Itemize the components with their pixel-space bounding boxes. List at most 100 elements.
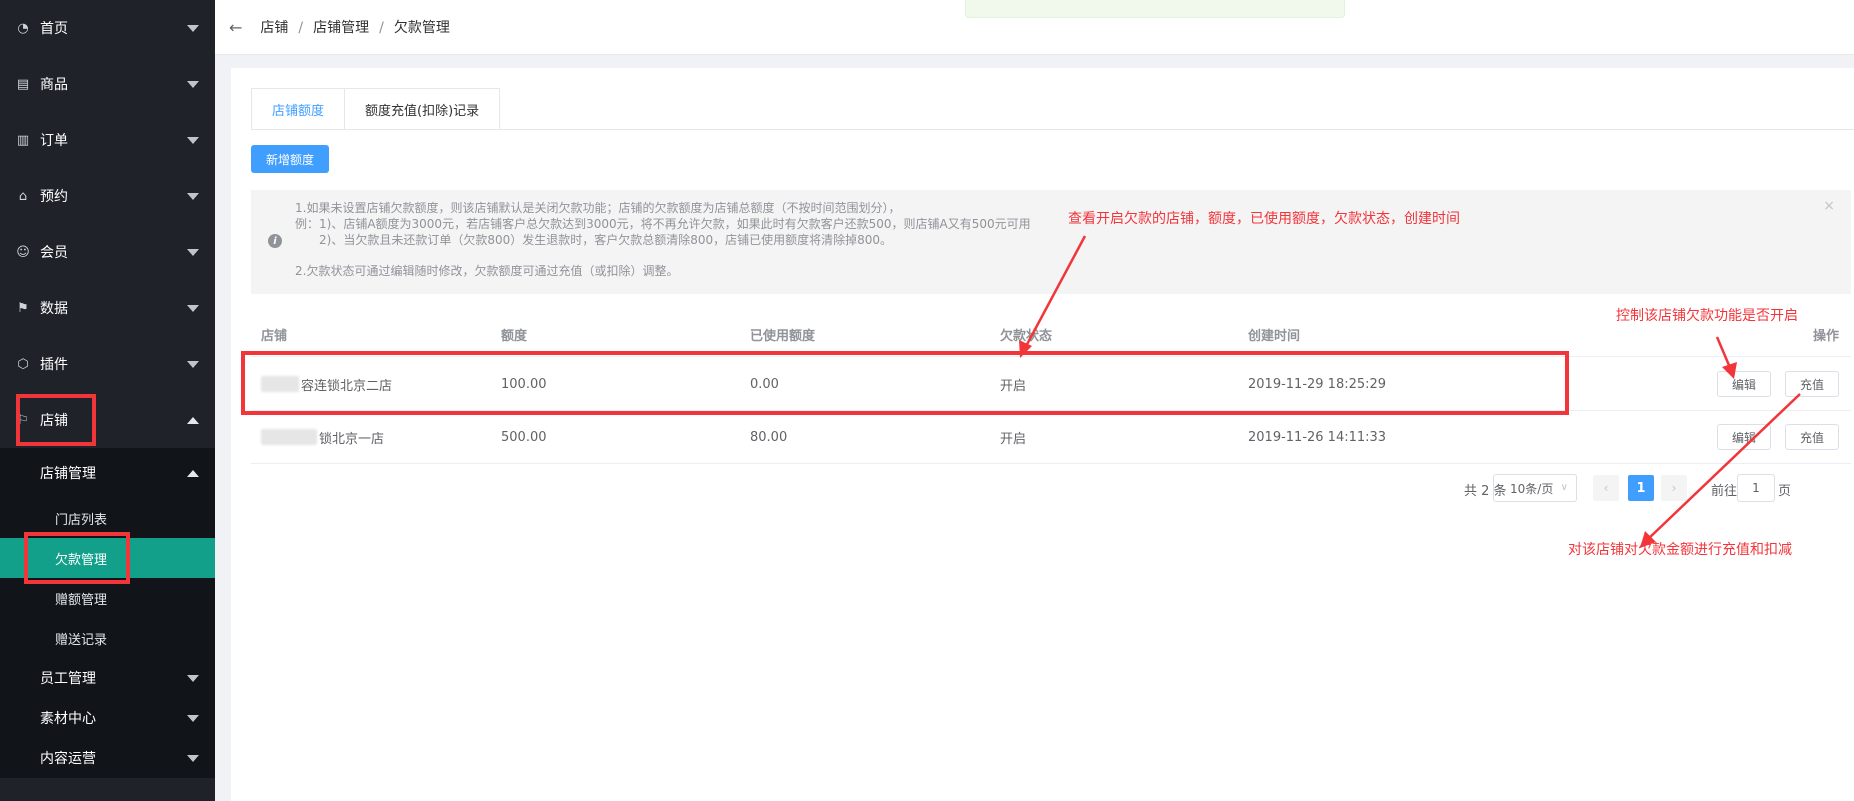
notice-line: 2.欠款状态可通过编辑随时修改，欠款额度可通过充值（或扣除）调整。 xyxy=(295,264,679,278)
breadcrumb-item[interactable]: 店铺管理 xyxy=(313,20,369,36)
breadcrumb: 店铺 / 店铺管理 / 欠款管理 xyxy=(260,17,449,37)
submenu-item-gift-records[interactable]: 赠送记录 xyxy=(0,618,215,658)
tab-divider xyxy=(251,129,1854,130)
highlight-box-store xyxy=(16,394,96,446)
breadcrumb-separator: / xyxy=(298,20,304,36)
notice-line: 2)、当欠款且未还款订单（欠款800）发生退款时，客户欠款总额清除800，店铺已… xyxy=(319,233,893,247)
column-header: 操作 xyxy=(1812,329,1839,344)
caret-down-icon xyxy=(187,137,199,144)
sidebar-item-home[interactable]: ◔ 首页 xyxy=(0,0,215,56)
column-header: 创建时间 xyxy=(1248,329,1301,344)
caret-down-icon xyxy=(187,25,199,32)
sidebar-item-booking[interactable]: ⌂ 预约 xyxy=(0,168,215,224)
flag-icon: ⚑ xyxy=(17,300,29,316)
page-size-value: 10条/页 xyxy=(1510,481,1554,496)
recharge-button[interactable]: 充值 xyxy=(1784,424,1839,450)
page-word: 页 xyxy=(1778,484,1792,499)
submenu-material-center[interactable]: 素材中心 xyxy=(0,698,215,738)
actions-cell: 编辑 充值 xyxy=(1703,411,1839,463)
caret-down-icon xyxy=(187,305,199,312)
sidebar-item-members[interactable]: ☺ 会员 xyxy=(0,224,215,280)
page-number-current[interactable]: 1 xyxy=(1628,475,1654,501)
sidebar-item-data[interactable]: ⚑ 数据 xyxy=(0,280,215,336)
plugin-icon: ⬡ xyxy=(17,356,29,372)
caret-up-icon xyxy=(187,470,199,477)
sidebar-item-label: 订单 xyxy=(40,133,68,149)
tab-recharge-records[interactable]: 额度充值(扣除)记录 xyxy=(345,88,501,130)
header-bar: ← 店铺 / 店铺管理 / 欠款管理 xyxy=(215,0,1854,55)
chevron-down-icon: ∨ xyxy=(1560,482,1568,493)
notice-line: 例：1)、店铺A额度为3000元，若店铺客户总欠款达到3000元，将不再允许欠款… xyxy=(295,217,1031,231)
breadcrumb-item[interactable]: 店铺 xyxy=(260,20,288,36)
caret-down-icon xyxy=(187,361,199,368)
quota-cell: 500.00 xyxy=(501,429,547,445)
app-root: ◔ 首页 ▤ 商品 ▥ 订单 ⌂ 预约 ☺ 会员 ⚑ 数据 ⬡ 插件 ⚐ 店铺 … xyxy=(0,0,1854,801)
sidebar-item-goods[interactable]: ▤ 商品 xyxy=(0,56,215,112)
submenu-label: 内容运营 xyxy=(40,751,96,767)
annotation-recharge: 对该店铺对欠款金额进行充值和扣减 xyxy=(1568,542,1792,558)
annotation-view: 查看开启欠款的店铺，额度，已使用额度，欠款状态，创建时间 xyxy=(1068,211,1460,227)
dashboard-icon: ◔ xyxy=(17,20,29,36)
close-icon[interactable]: × xyxy=(1823,198,1835,214)
submenu-label: 店铺管理 xyxy=(40,466,96,482)
submenu-content-ops[interactable]: 内容运营 xyxy=(0,738,215,778)
column-header: 欠款状态 xyxy=(1000,329,1053,344)
back-arrow-icon[interactable]: ← xyxy=(229,18,242,37)
sidebar-item-label: 插件 xyxy=(40,357,68,373)
status-cell: 开启 xyxy=(1000,431,1027,447)
store-name-cell: 锁北京一店 xyxy=(261,411,384,463)
sidebar-item-plugins[interactable]: ⬡ 插件 xyxy=(0,336,215,392)
member-icon: ☺ xyxy=(16,244,30,260)
add-quota-button[interactable]: 新增额度 xyxy=(251,145,330,173)
tabs: 店铺额度 额度充值(扣除)记录 xyxy=(251,88,501,130)
page-size-select[interactable]: 10条/页 ∨ xyxy=(1493,474,1577,502)
highlight-box-row xyxy=(241,351,1569,415)
sidebar-item-orders[interactable]: ▥ 订单 xyxy=(0,112,215,168)
column-header: 额度 xyxy=(501,329,528,344)
main-card: 店铺额度 额度充值(扣除)记录 新增额度 i 1.如果未设置店铺欠款额度，则该店… xyxy=(231,68,1854,801)
prev-page-button[interactable]: ‹ xyxy=(1593,475,1619,501)
submenu-label: 员工管理 xyxy=(40,671,96,687)
caret-down-icon xyxy=(187,675,199,682)
recharge-button[interactable]: 充值 xyxy=(1784,371,1839,397)
caret-down-icon xyxy=(187,249,199,256)
tab-store-quota[interactable]: 店铺额度 xyxy=(251,88,346,130)
table-row: 锁北京一店 500.00 80.00 开启 2019-11-26 14:11:3… xyxy=(251,411,1851,464)
highlight-box-debt xyxy=(24,532,130,584)
created-time-cell: 2019-11-26 14:11:33 xyxy=(1248,429,1387,445)
notice-line: 1.如果未设置店铺欠款额度，则该店铺默认是关闭欠款功能；店铺的欠款额度为店铺总额… xyxy=(295,201,901,215)
success-toast xyxy=(965,0,1345,18)
order-icon: ▥ xyxy=(16,132,30,148)
submenu-staff-management[interactable]: 员工管理 xyxy=(0,658,215,698)
sidebar-item-label: 预约 xyxy=(40,189,68,205)
edit-button[interactable]: 编辑 xyxy=(1716,371,1771,397)
pagination: 共 2 条 10条/页 ∨ ‹ 1 › 前往 1 页 xyxy=(231,474,1854,504)
caret-down-icon xyxy=(187,715,199,722)
next-page-button[interactable]: › xyxy=(1661,475,1687,501)
sidebar-item-label: 首页 xyxy=(40,21,68,37)
breadcrumb-separator: / xyxy=(379,20,384,36)
sidebar-item-label: 商品 xyxy=(40,77,68,93)
store-name: 锁北京一店 xyxy=(319,431,385,447)
submenu-label: 素材中心 xyxy=(40,711,96,727)
notice-alert: i 1.如果未设置店铺欠款额度，则该店铺默认是关闭欠款功能；店铺的欠款额度为店铺… xyxy=(251,190,1851,294)
submenu-store-management[interactable]: 店铺管理 xyxy=(0,448,215,498)
store-submenu: 店铺管理 门店列表 欠款管理 赠额管理 赠送记录 员工管理 素材中心 内容运营 xyxy=(0,448,215,778)
actions-cell: 编辑 充值 xyxy=(1703,358,1839,410)
info-icon: i xyxy=(268,234,282,248)
goto-label: 前往 xyxy=(1711,484,1738,499)
home-icon: ⌂ xyxy=(18,188,28,204)
goto-page-input[interactable]: 1 xyxy=(1737,474,1775,502)
caret-down-icon xyxy=(187,193,199,200)
breadcrumb-item-current: 欠款管理 xyxy=(393,20,450,36)
caret-down-icon xyxy=(187,81,199,88)
column-header: 店铺 xyxy=(261,329,288,344)
annotation-control: 控制该店铺欠款功能是否开启 xyxy=(1616,308,1798,324)
used-quota-cell: 80.00 xyxy=(750,429,788,445)
caret-up-icon xyxy=(187,417,199,424)
submenu-item-gift-management[interactable]: 赠额管理 xyxy=(0,578,215,618)
goods-icon: ▤ xyxy=(16,76,30,92)
edit-button[interactable]: 编辑 xyxy=(1716,424,1771,450)
redacted-text xyxy=(261,429,317,445)
column-header: 已使用额度 xyxy=(750,329,816,344)
